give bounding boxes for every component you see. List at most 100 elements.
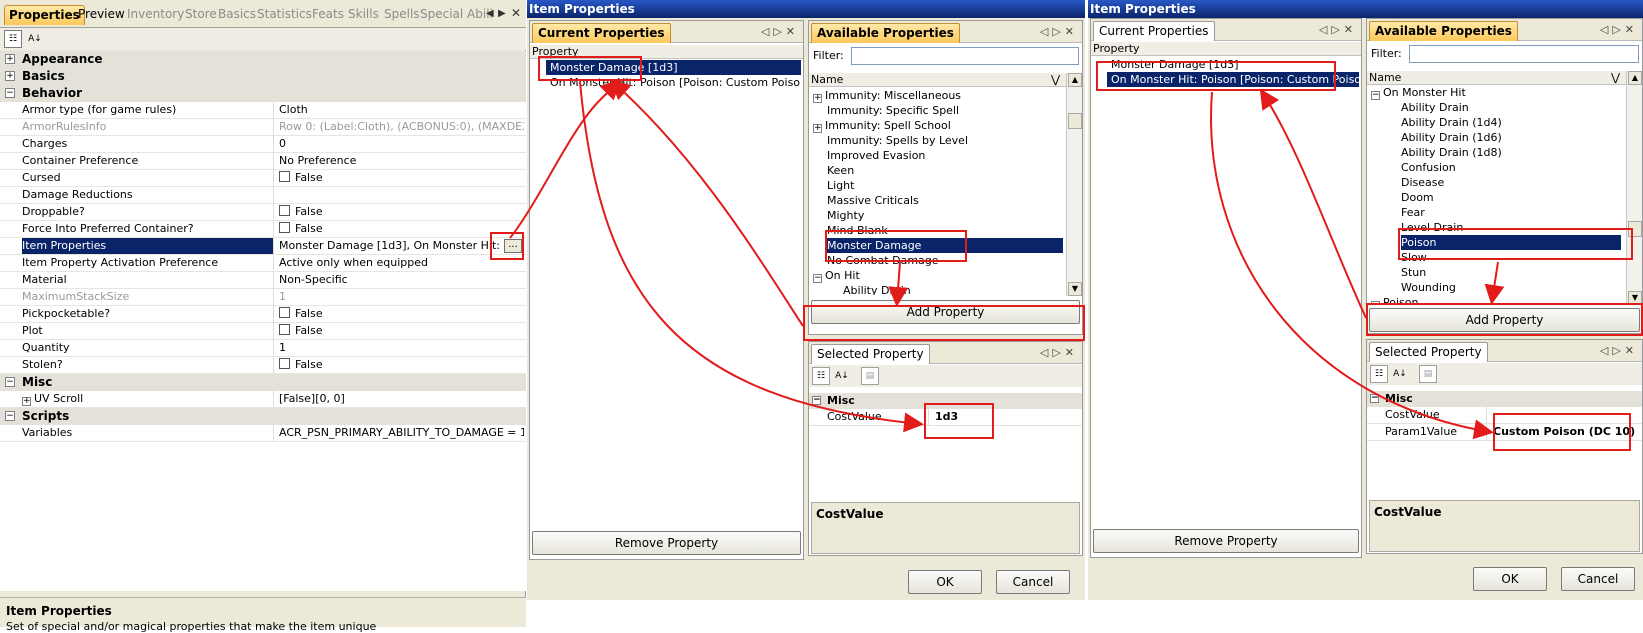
category-misc[interactable]: − Misc bbox=[0, 374, 526, 391]
available-item[interactable]: Mind Blank bbox=[827, 223, 1063, 238]
ok-button[interactable]: OK bbox=[1473, 567, 1547, 591]
column-header-name[interactable]: Name ⋁ bbox=[1367, 71, 1626, 85]
current-item-on-monster-hit[interactable]: On Monster Hit: Poison [Poison: Custom P… bbox=[1107, 72, 1359, 87]
row-value[interactable]: 0 bbox=[279, 136, 524, 152]
grid-row-plot[interactable]: Plot False bbox=[0, 323, 526, 340]
available-item[interactable]: + Immunity: Miscellaneous bbox=[813, 88, 1063, 103]
panel-nav-icons[interactable]: ◁▷✕ bbox=[1040, 346, 1078, 359]
row-value[interactable] bbox=[1489, 407, 1493, 423]
tree-child[interactable]: Disease bbox=[1401, 175, 1621, 190]
available-item[interactable]: − On Hit bbox=[813, 268, 1063, 283]
available-item[interactable]: Immunity: Specific Spell bbox=[827, 103, 1063, 118]
scroll-thumb[interactable] bbox=[1068, 113, 1082, 129]
available-item[interactable]: Massive Criticals bbox=[827, 193, 1063, 208]
column-header-property[interactable]: Property bbox=[530, 45, 803, 59]
tab-feats[interactable]: Feats bbox=[308, 5, 348, 25]
available-item[interactable]: Ability Drain bbox=[843, 283, 1063, 295]
cancel-button[interactable]: Cancel bbox=[1561, 567, 1635, 591]
tab-preview[interactable]: Preview bbox=[74, 5, 129, 25]
category-appearance[interactable]: + Appearance bbox=[0, 51, 526, 68]
collapse-icon[interactable]: − bbox=[812, 396, 821, 405]
add-property-button[interactable]: Add Property bbox=[811, 300, 1080, 324]
categorized-view-icon[interactable]: ☷ bbox=[812, 367, 830, 385]
collapse-icon[interactable]: − bbox=[5, 88, 15, 98]
scroll-up-icon[interactable]: ▲ bbox=[1068, 73, 1082, 87]
row-value[interactable]: Cloth bbox=[279, 102, 524, 118]
scroll-down-icon[interactable]: ▼ bbox=[1068, 282, 1082, 296]
tab-properties[interactable]: Properties bbox=[4, 5, 85, 25]
row-value[interactable]: No Preference bbox=[279, 153, 524, 169]
tree-child[interactable]: Confusion bbox=[1401, 160, 1621, 175]
available-item[interactable]: Keen bbox=[827, 163, 1063, 178]
checkbox[interactable] bbox=[279, 222, 290, 233]
grid-row-cursed[interactable]: Cursed False bbox=[0, 170, 526, 187]
available-item[interactable]: + Immunity: Spell School bbox=[813, 118, 1063, 133]
tab-available-properties[interactable]: Available Properties bbox=[1369, 21, 1518, 41]
row-value[interactable]: [False][0, 0] bbox=[279, 391, 524, 407]
collapse-icon[interactable]: − bbox=[1371, 301, 1380, 305]
tree-child[interactable]: Ability Drain (1d6) bbox=[1401, 130, 1621, 145]
ok-button[interactable]: OK bbox=[908, 570, 982, 594]
tab-current-properties[interactable]: Current Properties bbox=[532, 23, 671, 43]
tree-child[interactable]: Fear bbox=[1401, 205, 1621, 220]
expand-icon[interactable]: + bbox=[5, 54, 15, 64]
alphabetical-sort-icon[interactable]: A↓ bbox=[833, 367, 851, 385]
tree-child[interactable]: Wounding bbox=[1401, 280, 1621, 295]
category-scripts[interactable]: − Scripts bbox=[0, 408, 526, 425]
row-value[interactable]: Custom Poison (DC 10) bbox=[1489, 424, 1635, 440]
tree-child-poison[interactable]: Poison bbox=[1401, 235, 1621, 250]
row-value[interactable]: Non-Specific bbox=[279, 272, 524, 288]
column-header-property[interactable]: Property bbox=[1091, 42, 1361, 56]
panel-nav-icons[interactable]: ◁▷✕ bbox=[1040, 25, 1078, 38]
misc-category[interactable]: − Misc bbox=[809, 393, 1082, 409]
remove-property-button[interactable]: Remove Property bbox=[532, 531, 801, 555]
current-item-monster-damage[interactable]: Monster Damage [1d3] bbox=[546, 60, 801, 75]
expand-icon[interactable]: + bbox=[813, 124, 822, 133]
alphabetical-sort-icon[interactable]: A↓ bbox=[1391, 365, 1409, 383]
scrollbar[interactable]: ▲ ▼ bbox=[1626, 71, 1642, 305]
property-pages-icon[interactable]: ▤ bbox=[861, 367, 879, 385]
scrollbar[interactable]: ▲ ▼ bbox=[1066, 73, 1082, 296]
tab-current-properties[interactable]: Current Properties bbox=[1093, 21, 1215, 41]
grid-row-droppable[interactable]: Droppable? False bbox=[0, 204, 526, 221]
tab-special-abilities[interactable]: Special Abili bbox=[416, 5, 497, 25]
tree-child[interactable]: Ability Drain (1d4) bbox=[1401, 115, 1621, 130]
property-row-param1-value[interactable]: Param1Value Custom Poison (DC 10) bbox=[1367, 424, 1642, 441]
grid-row-stolen[interactable]: Stolen? False bbox=[0, 357, 526, 374]
alphabetical-sort-icon[interactable]: A↓ bbox=[26, 30, 44, 48]
misc-category[interactable]: − Misc bbox=[1367, 391, 1642, 407]
ellipsis-button[interactable]: ... bbox=[504, 239, 522, 253]
filter-input[interactable] bbox=[1409, 45, 1639, 63]
available-item[interactable]: Improved Evasion bbox=[827, 148, 1063, 163]
checkbox[interactable] bbox=[279, 171, 290, 182]
expand-icon[interactable]: + bbox=[22, 397, 31, 406]
row-value[interactable]: Active only when equipped bbox=[279, 255, 524, 271]
categorized-view-icon[interactable]: ☷ bbox=[4, 30, 22, 48]
category-behavior[interactable]: − Behavior bbox=[0, 85, 526, 102]
grid-row-pickpocketable[interactable]: Pickpocketable? False bbox=[0, 306, 526, 323]
tree-parent-poison[interactable]: − Poison bbox=[1371, 295, 1621, 305]
available-item-monster-damage[interactable]: Monster Damage bbox=[827, 238, 1063, 253]
collapse-icon[interactable]: − bbox=[5, 411, 15, 421]
row-value[interactable]: False bbox=[279, 204, 524, 220]
grid-row-container-preference[interactable]: Container Preference No Preference bbox=[0, 153, 526, 170]
property-row-cost-value[interactable]: CostValue 1d3 bbox=[809, 409, 1082, 426]
row-value[interactable]: False bbox=[279, 357, 524, 373]
row-value[interactable]: False bbox=[279, 170, 524, 186]
expand-icon[interactable]: + bbox=[813, 94, 822, 103]
tab-skills[interactable]: Skills bbox=[344, 5, 383, 25]
close-icon[interactable]: ✕ bbox=[511, 6, 521, 20]
tree-child[interactable]: Ability Drain bbox=[1401, 100, 1621, 115]
filter-input[interactable] bbox=[851, 47, 1079, 65]
grid-row-material[interactable]: Material Non-Specific bbox=[0, 272, 526, 289]
tab-selected-property[interactable]: Selected Property bbox=[1369, 342, 1488, 362]
current-item-on-monster-hit[interactable]: On Monster Hit: Poison [Poison: Custom P… bbox=[546, 75, 801, 90]
grid-row-armor-type[interactable]: Armor type (for game rules) Cloth bbox=[0, 102, 526, 119]
property-pages-icon[interactable]: ▤ bbox=[1419, 365, 1437, 383]
grid-row-activation-preference[interactable]: Item Property Activation Preference Activ… bbox=[0, 255, 526, 272]
remove-property-button[interactable]: Remove Property bbox=[1093, 529, 1359, 553]
tree-child[interactable]: Ability Drain (1d8) bbox=[1401, 145, 1621, 160]
checkbox[interactable] bbox=[279, 324, 290, 335]
checkbox[interactable] bbox=[279, 205, 290, 216]
row-value[interactable]: False bbox=[279, 323, 524, 339]
